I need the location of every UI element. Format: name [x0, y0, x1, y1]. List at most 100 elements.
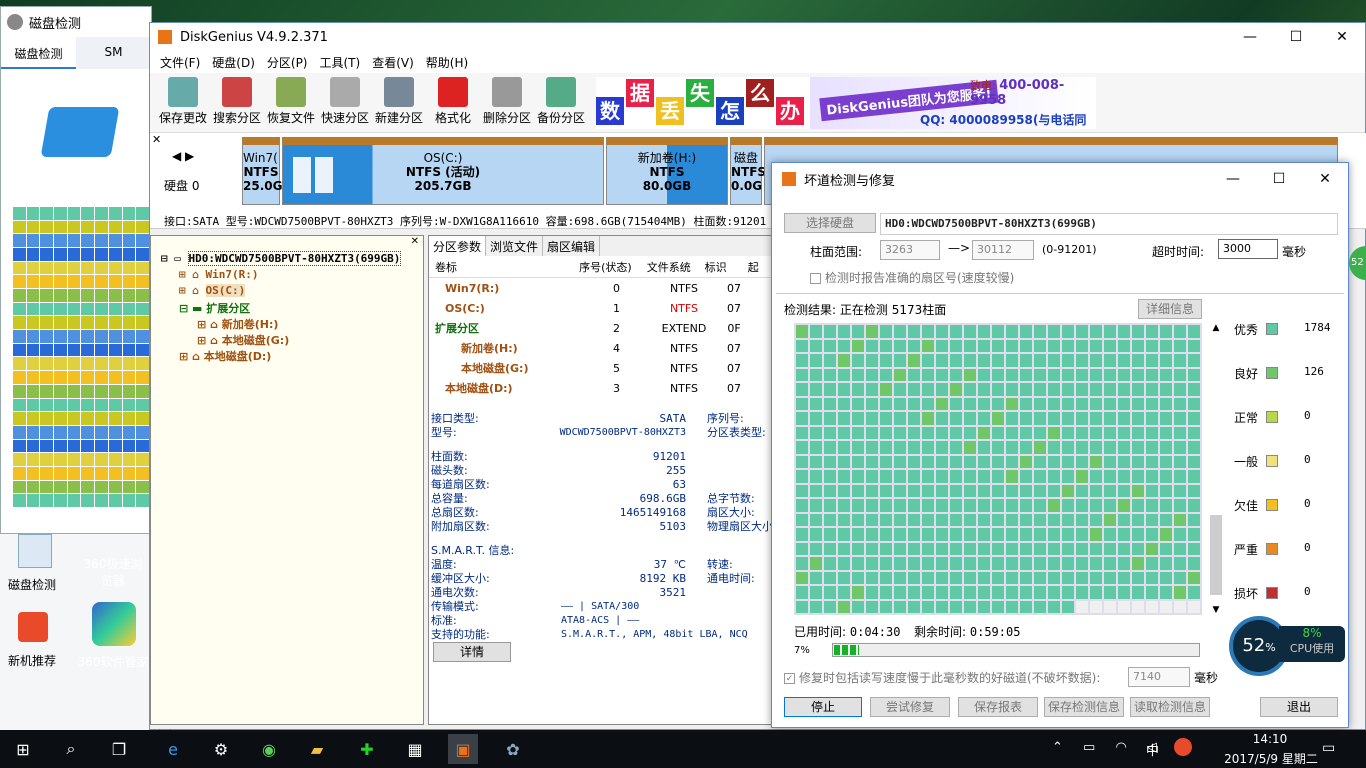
load-scan-info-button[interactable]: 读取检测信息 — [1130, 697, 1210, 717]
sector-cell — [978, 339, 990, 352]
menu-item[interactable]: 文件(F) — [154, 54, 206, 71]
report-checkbox[interactable]: 检测时报告准确的扇区号(速度较慢) — [810, 269, 1014, 286]
sector-cell — [810, 441, 822, 454]
menu-item[interactable]: 硬盘(D) — [206, 54, 261, 71]
tree-close-icon[interactable]: ✕ — [411, 236, 419, 247]
desktop-icon-360soft[interactable]: 360软件管家 — [76, 653, 150, 670]
save-changes-button[interactable]: 保存更改 — [156, 77, 210, 126]
menu-item[interactable]: 帮助(H) — [420, 54, 474, 71]
repair-checkbox[interactable]: ✓ 修复时包括读写速度慢于此毫秒数的好磁道(不破坏数据): — [784, 669, 1100, 686]
task-view-icon[interactable]: ❐ — [104, 734, 134, 764]
advertisement-banner[interactable]: 数据丢失怎么办 DiskGenius团队为您服务! 致电: 400-008-99… — [596, 77, 1096, 129]
clock-date[interactable]: 2017/5/9 星期二 — [1206, 750, 1336, 767]
menu-item[interactable]: 查看(V) — [366, 54, 420, 71]
col-index[interactable]: 序号(状态) — [570, 259, 640, 275]
exit-button[interactable]: 退出 — [1260, 697, 1338, 717]
tree-root[interactable]: ⊟ ▭ HD0:WDCWD7500BPVT-80HXZT3(699GB) — [161, 251, 423, 268]
tree-item-local-g[interactable]: ⊞ ⌂ 本地磁盘(G:) — [161, 332, 423, 348]
tree-item-extended[interactable]: ⊟ ▬ 扩展分区 — [161, 300, 423, 316]
detail-info-button[interactable]: 详细信息 — [1138, 299, 1202, 319]
sector-cell — [1006, 354, 1018, 367]
backup-partition-button[interactable]: 备份分区 — [534, 77, 588, 126]
prev-disk-arrow[interactable]: ◀ ▶ — [172, 149, 194, 163]
table-row[interactable]: 本地磁盘(D:) 3 NTFS 07 — [429, 378, 772, 398]
scroll-up-icon[interactable]: ▲ — [1210, 323, 1222, 333]
col-label[interactable]: 卷标 — [429, 259, 570, 275]
timeout-input[interactable]: 3000 — [1218, 239, 1278, 259]
tree-item-os[interactable]: ⊞ ⌂ OS(C:) — [161, 284, 423, 300]
partition-win7[interactable]: Win7(R NTFS 25.0GB — [242, 137, 292, 205]
stop-button[interactable]: 停止 — [784, 697, 862, 717]
tab-sector-edit[interactable]: 扇区编辑 — [543, 236, 601, 256]
file-explorer-icon[interactable]: ▰ — [302, 734, 332, 764]
tab-smart[interactable]: SM — [76, 37, 151, 69]
close-button[interactable]: ✕ — [1319, 23, 1365, 51]
repair-ms-input[interactable]: 7140 — [1128, 667, 1190, 687]
col-start[interactable]: 起 — [734, 259, 772, 275]
settings-icon[interactable]: ⚙ — [206, 734, 236, 764]
dialog-maximize-button[interactable]: ☐ — [1256, 165, 1302, 193]
partition-os[interactable]: OS(C:) NTFS (活动) 205.7GB — [282, 137, 604, 205]
new-partition-button[interactable]: 新建分区 — [372, 77, 426, 126]
sector-cell — [908, 339, 920, 352]
sidebar-item-recommend[interactable]: 新机推荐 — [8, 652, 56, 669]
range-from-input[interactable]: 3263 — [880, 240, 940, 260]
details-button[interactable]: 详情 — [433, 642, 511, 662]
app-task-icon[interactable]: ✿ — [498, 734, 528, 764]
notification-icon[interactable]: ▭ — [1322, 740, 1335, 756]
table-row[interactable]: Win7(R:) 0 NTFS 07 — [429, 278, 772, 298]
save-scan-info-button[interactable]: 保存检测信息 — [1044, 697, 1124, 717]
table-row[interactable]: 本地磁盘(G:) 5 NTFS 07 — [429, 358, 772, 378]
menu-item[interactable]: 工具(T) — [314, 54, 367, 71]
scroll-thumb[interactable] — [1210, 515, 1222, 595]
sogou-icon[interactable] — [1174, 738, 1192, 756]
scroll-down-icon[interactable]: ▼ — [1210, 605, 1222, 615]
quick-partition-button[interactable]: 快速分区 — [318, 77, 372, 126]
search-partition-button[interactable]: 搜索分区 — [210, 77, 264, 126]
recommend-icon[interactable] — [18, 612, 48, 642]
delete-partition-button[interactable]: 删除分区 — [480, 77, 534, 126]
tree-item-new-volume[interactable]: ⊞ ⌂ 新加卷(H:) — [161, 316, 423, 332]
table-row[interactable]: 扩展分区 2 EXTEND 0F — [429, 318, 772, 338]
edge-icon[interactable]: e — [158, 734, 188, 764]
progress-fill — [834, 645, 860, 655]
health-icon[interactable]: ✚ — [352, 734, 382, 764]
disk-check-icon[interactable] — [18, 534, 52, 568]
start-button[interactable]: ⊞ — [8, 734, 38, 764]
tab-browse-files[interactable]: 浏览文件 — [486, 236, 544, 256]
sidebar-item-disk-check[interactable]: 磁盘检测 — [8, 576, 56, 593]
dialog-close-button[interactable]: ✕ — [1302, 165, 1348, 193]
mosaic-cell — [54, 248, 67, 261]
minimize-button[interactable]: — — [1227, 23, 1273, 51]
recover-files-button[interactable]: 恢复文件 — [264, 77, 318, 126]
col-id[interactable]: 标识 — [697, 259, 735, 275]
partition-local-disk[interactable]: 磁盘 NTFS 0.0G — [730, 137, 766, 205]
tree-item-win7[interactable]: ⊞ ⌂ Win7(R:) — [161, 268, 423, 284]
mosaic-cell — [40, 494, 54, 507]
try-repair-button[interactable]: 尝试修复 — [870, 697, 950, 717]
tab-partition-params[interactable]: 分区参数 — [429, 236, 487, 256]
format-button[interactable]: 格式化 — [426, 77, 480, 126]
partition-new-volume[interactable]: 新加卷(H:) NTFS 80.0GB — [606, 137, 728, 205]
driver-icon[interactable]: ▦ — [400, 734, 430, 764]
table-row[interactable]: OS(C:) 1 NTFS 07 — [429, 298, 772, 318]
table-row[interactable]: 新加卷(H:) 4 NTFS 07 — [429, 338, 772, 358]
select-disk-button[interactable]: 选择硬盘 — [784, 213, 876, 233]
menu-item[interactable]: 分区(P) — [261, 54, 314, 71]
tree-item-local-d[interactable]: ⊞ ⌂ 本地磁盘(D:) — [161, 348, 423, 364]
grid-scrollbar[interactable]: ▲ ▼ — [1210, 323, 1222, 615]
close-pane-icon[interactable]: ✕ — [152, 133, 161, 146]
search-icon[interactable]: ⌕ — [56, 734, 86, 764]
desktop-icon-360browser[interactable]: 360极速浏览器 — [78, 555, 148, 589]
diskgenius-task-icon[interactable]: ▣ — [448, 734, 478, 764]
save-report-button[interactable]: 保存报表 — [958, 697, 1038, 717]
ime-indicator[interactable]: 中 — [1146, 740, 1159, 759]
range-to-input[interactable]: 30112 — [972, 240, 1034, 260]
dialog-minimize-button[interactable]: — — [1210, 165, 1256, 193]
cpu-widget[interactable]: 52% 8% CPU使用 — [1229, 616, 1345, 680]
maximize-button[interactable]: ☐ — [1273, 23, 1319, 51]
clock-time[interactable]: 14:10 — [1240, 732, 1300, 746]
360-browser-icon[interactable]: ◉ — [254, 734, 284, 764]
tab-disk-check[interactable]: 磁盘检测 — [1, 37, 76, 69]
col-fs[interactable]: 文件系统 — [641, 259, 697, 275]
